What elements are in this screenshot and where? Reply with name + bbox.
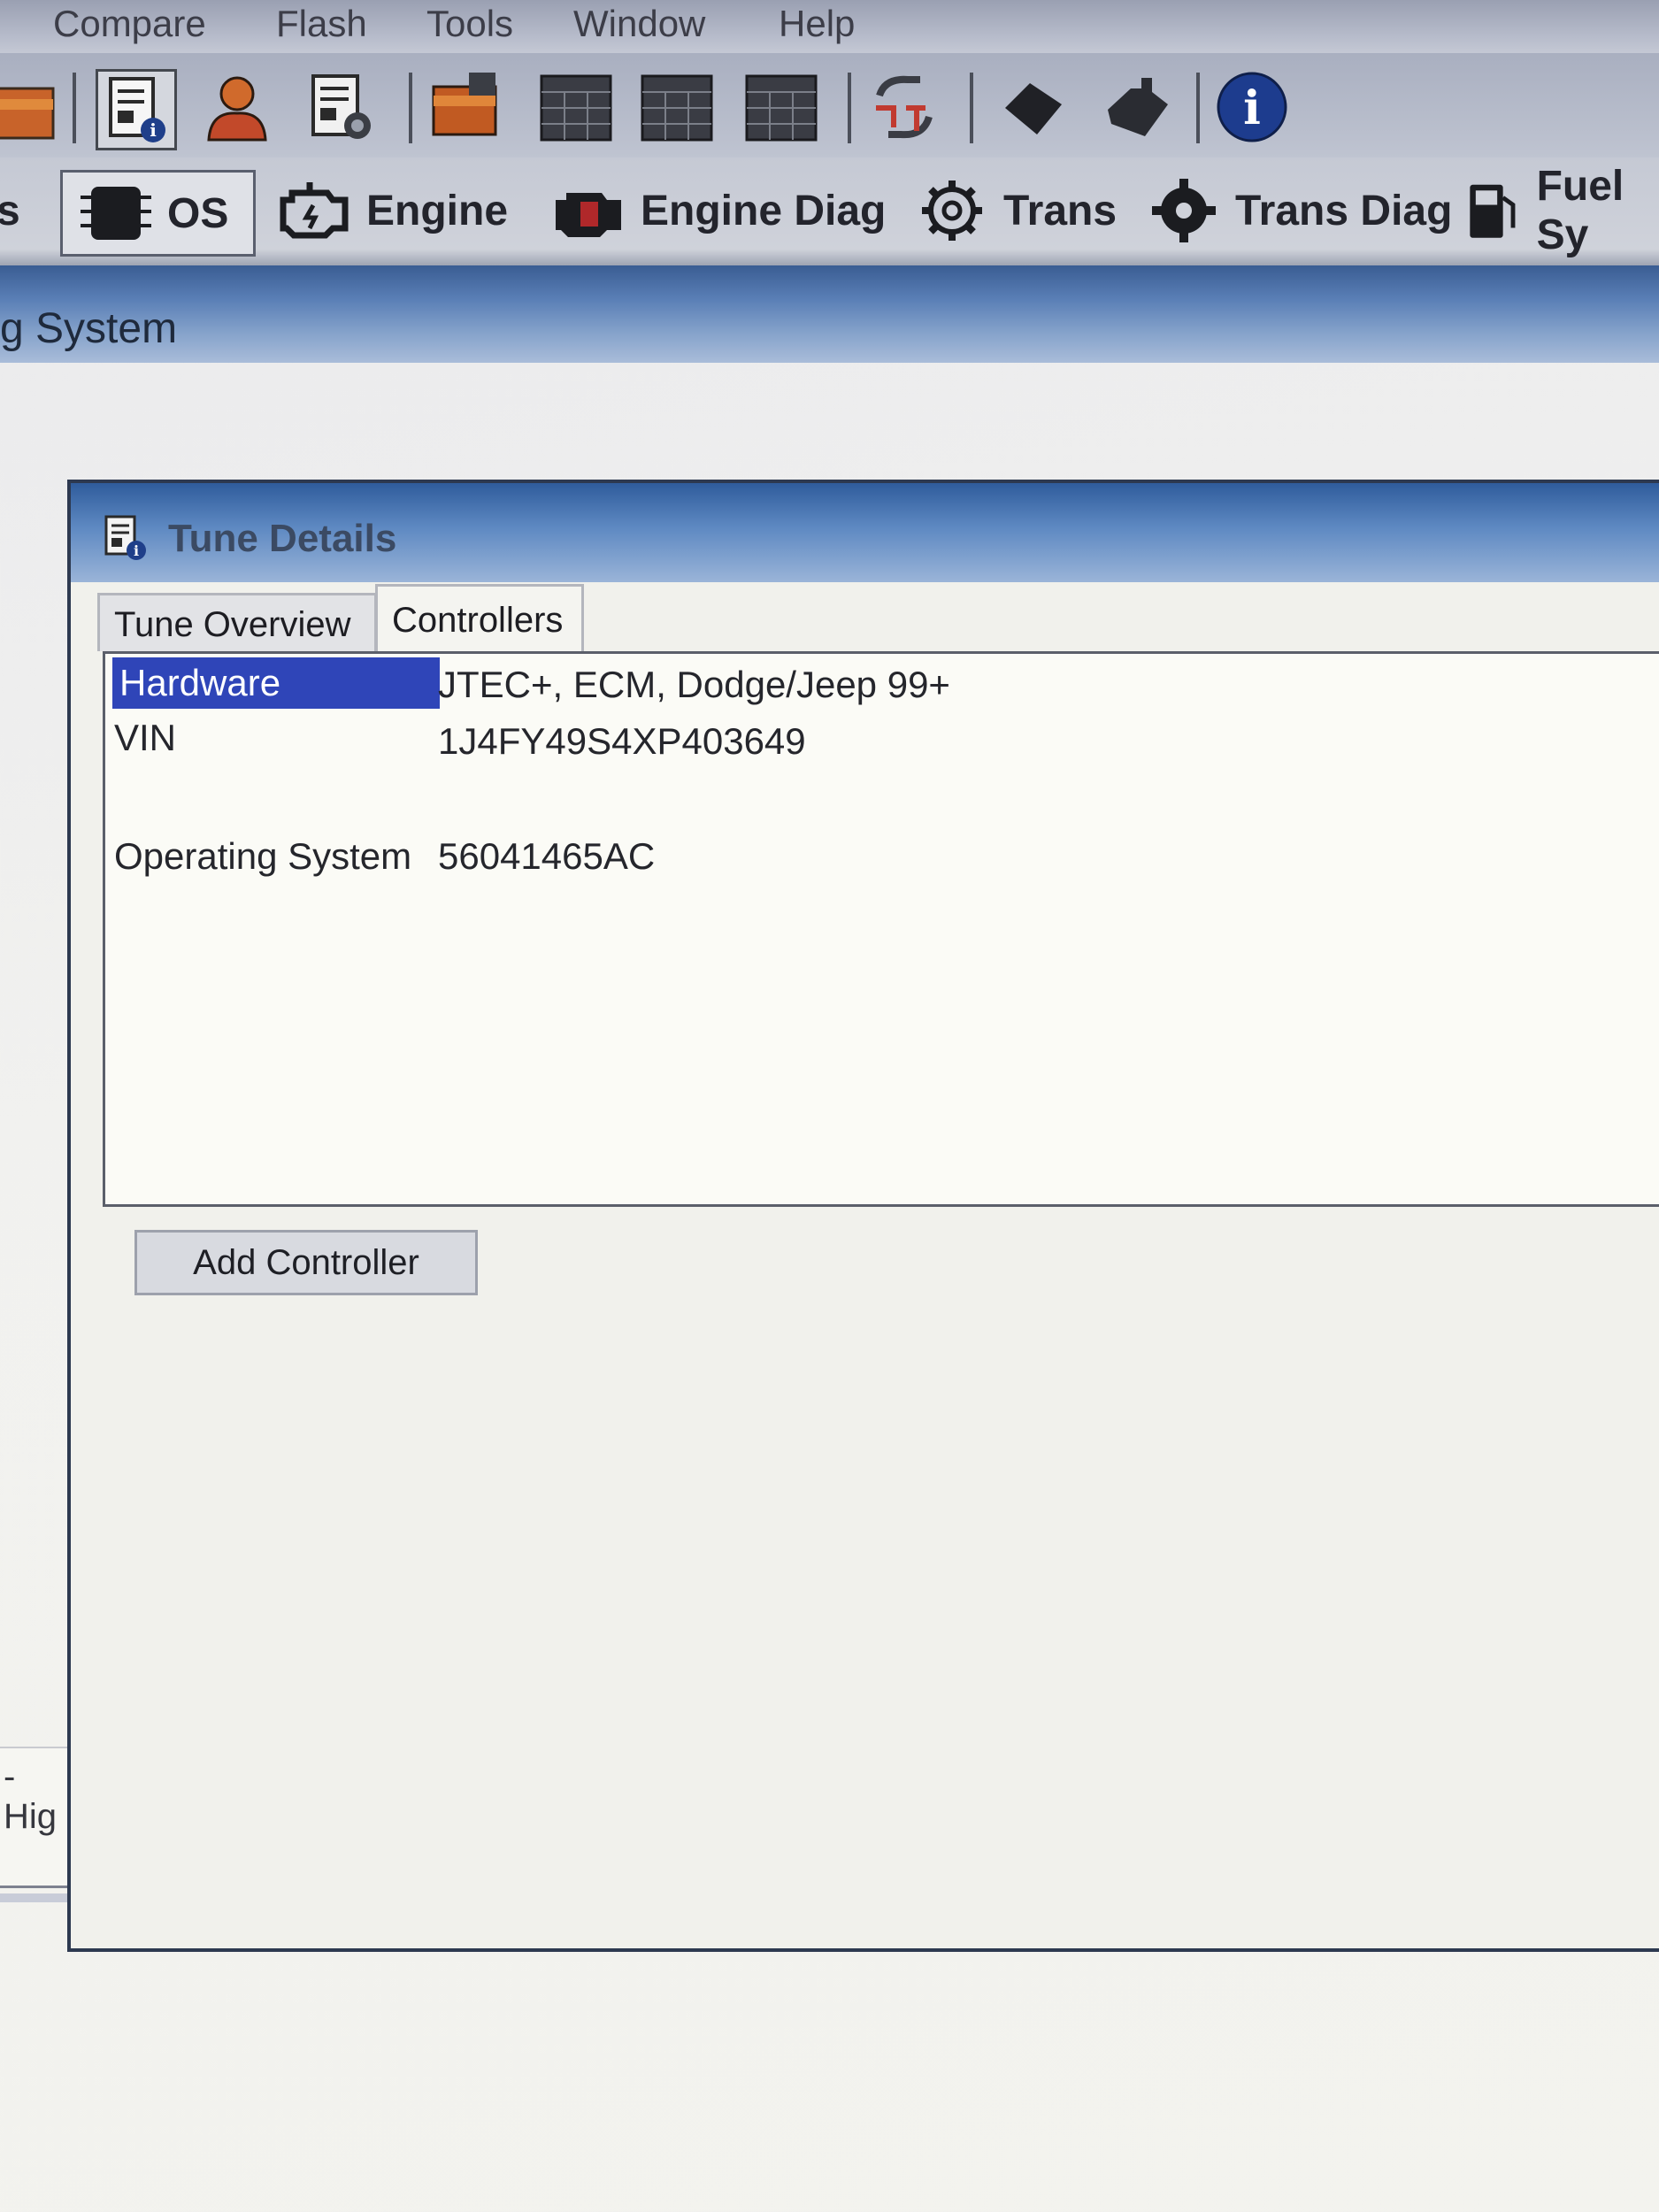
menu-flash[interactable]: Flash bbox=[276, 0, 367, 48]
toolbar-separator bbox=[1196, 73, 1200, 143]
operating-system-label: Operating System bbox=[114, 835, 412, 877]
engine-block-icon[interactable] bbox=[1099, 69, 1175, 145]
module-engine-diag[interactable]: Engine Diag bbox=[549, 170, 886, 251]
toolbar-separator bbox=[970, 73, 973, 143]
open-folder-icon[interactable] bbox=[0, 69, 58, 145]
module-bar: s OS Engine Engine Diag Trans Trans Diag… bbox=[0, 157, 1659, 265]
table-icon[interactable] bbox=[538, 69, 614, 145]
document-window-title: g System bbox=[0, 305, 178, 352]
menu-bar: Compare Flash Tools Window Help bbox=[0, 0, 1659, 53]
sync-icon[interactable] bbox=[867, 69, 943, 145]
vin-value: 1J4FY49S4XP403649 bbox=[438, 720, 806, 762]
module-engine-diag-label: Engine Diag bbox=[641, 187, 887, 234]
tune-info-icon[interactable]: i bbox=[96, 69, 177, 150]
background-list-fragment: - Hig bbox=[0, 1747, 67, 1888]
svg-text:i: i bbox=[1243, 81, 1261, 135]
menu-tools[interactable]: Tools bbox=[426, 0, 513, 48]
table-icon[interactable] bbox=[639, 69, 715, 145]
vehicle-info-icon[interactable] bbox=[303, 69, 379, 145]
menu-window[interactable]: Window bbox=[573, 0, 705, 48]
document-window-titlebar: g System bbox=[0, 265, 1659, 363]
module-fuel[interactable]: Fuel Sy bbox=[1460, 163, 1659, 258]
tab-controllers[interactable]: Controllers bbox=[375, 584, 584, 651]
module-trans-label: Trans bbox=[1003, 187, 1118, 234]
fuel-pump-icon bbox=[1470, 184, 1516, 238]
tune-details-dialog: i Tune Details Tune Overview Controllers… bbox=[67, 480, 1659, 1952]
toolbar-separator bbox=[848, 73, 851, 143]
vin-label: VIN bbox=[114, 717, 177, 758]
tune-info-icon: i bbox=[104, 515, 146, 560]
module-engine-label: Engine bbox=[366, 187, 509, 234]
toolbar-separator bbox=[73, 73, 76, 143]
dialog-title: Tune Details bbox=[168, 517, 397, 560]
user-icon[interactable] bbox=[200, 69, 276, 145]
gear-icon bbox=[922, 180, 982, 241]
info-icon[interactable]: i bbox=[1214, 69, 1290, 145]
menu-compare[interactable]: Compare bbox=[53, 0, 206, 48]
table-icon[interactable] bbox=[743, 69, 819, 145]
background-list-text: - Hig bbox=[4, 1757, 58, 1836]
engine-diag-icon bbox=[556, 193, 621, 237]
module-trans-diag-label: Trans Diag bbox=[1235, 187, 1453, 234]
controllers-panel: Hardware JTEC+, ECM, Dodge/Jeep 99+ VIN … bbox=[103, 651, 1659, 1207]
svg-text:i: i bbox=[134, 542, 139, 559]
engine-block-icon[interactable] bbox=[995, 69, 1071, 145]
add-controller-button[interactable]: Add Controller bbox=[134, 1230, 478, 1295]
hardware-label[interactable]: Hardware bbox=[112, 657, 440, 709]
module-fuel-label: Fuel Sy bbox=[1536, 163, 1624, 258]
folder-save-icon[interactable] bbox=[428, 69, 504, 145]
menu-help[interactable]: Help bbox=[779, 0, 855, 48]
module-trans-diag[interactable]: Trans Diag bbox=[1143, 170, 1452, 251]
module-partial-label: s bbox=[0, 187, 20, 234]
hardware-value: JTEC+, ECM, Dodge/Jeep 99+ bbox=[438, 664, 950, 705]
svg-text:i: i bbox=[150, 119, 157, 141]
operating-system-value: 56041465AC bbox=[438, 835, 656, 877]
module-trans[interactable]: Trans bbox=[911, 170, 1117, 251]
gear-filled-icon bbox=[1152, 179, 1216, 242]
module-partial[interactable]: s bbox=[0, 170, 20, 251]
module-engine[interactable]: Engine bbox=[274, 170, 508, 251]
background-strip bbox=[0, 1893, 67, 1902]
icon-toolbar: i i bbox=[0, 53, 1659, 157]
engine-outline-icon bbox=[280, 182, 349, 239]
module-os[interactable]: OS bbox=[60, 170, 257, 257]
chip-icon bbox=[81, 187, 151, 240]
toolbar-separator bbox=[409, 73, 412, 143]
dialog-titlebar[interactable]: i Tune Details bbox=[71, 483, 1659, 582]
tab-tune-overview[interactable]: Tune Overview bbox=[97, 593, 377, 651]
module-os-label: OS bbox=[167, 189, 229, 237]
